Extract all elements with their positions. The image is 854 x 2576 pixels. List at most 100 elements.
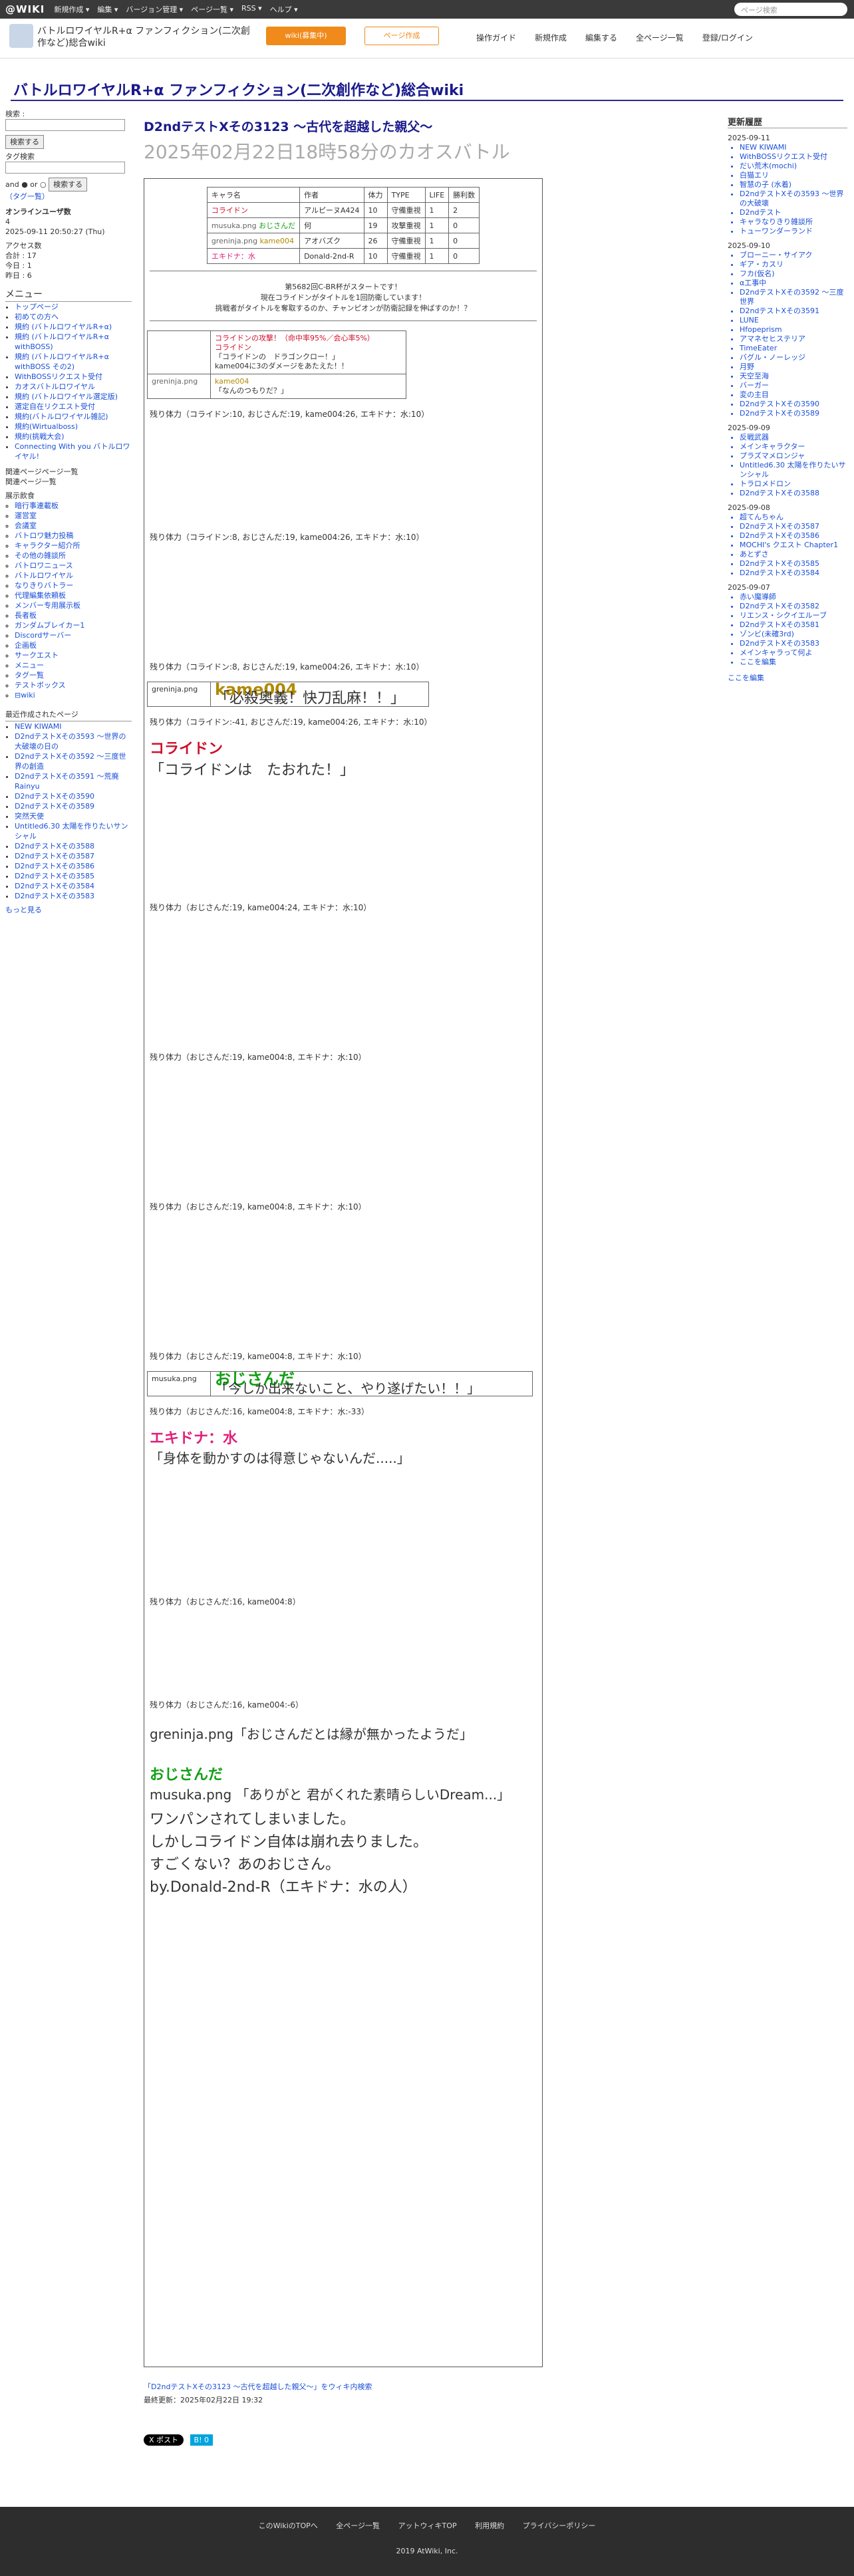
recent-item[interactable]: D2ndテストXその3584 xyxy=(15,882,94,890)
tree-item[interactable]: ⊟wiki xyxy=(15,691,35,700)
menu-item[interactable]: 規約 (バトルロワイヤルR+α withBOSS その2) xyxy=(15,352,109,371)
menu-item[interactable]: 規約 (バトルロワイヤルR+α withBOSS) xyxy=(15,332,109,351)
history-item[interactable]: D2ndテストXその3583 xyxy=(740,639,847,648)
menu-item[interactable]: 初めての方へ xyxy=(15,313,59,321)
tree-item[interactable]: なりきりバトラー xyxy=(15,581,73,590)
menu-item[interactable]: WithBOSSリクエスト受付 xyxy=(15,372,102,381)
wiki-title[interactable]: バトルロワイヤルR+α ファンフィクション(二次創作など)総合wiki xyxy=(13,78,464,100)
history-item[interactable]: メインキャラクター xyxy=(740,442,847,451)
nav-guide[interactable]: 操作ガイド xyxy=(476,32,516,43)
menu-item[interactable]: 規約 (バトルロワイヤル選定版) xyxy=(15,392,118,401)
history-item[interactable]: D2ndテストXその3591 xyxy=(740,307,847,316)
history-item[interactable]: 天空至海 xyxy=(740,372,847,381)
footer-link[interactable]: アットウィキTOP xyxy=(398,2521,457,2530)
history-item[interactable]: LUNE xyxy=(740,316,847,325)
nav-all-pages[interactable]: 全ページ一覧 xyxy=(636,32,684,43)
history-item[interactable]: WithBOSSリクエスト受付 xyxy=(740,152,847,162)
tree-item[interactable]: バトロワニュース xyxy=(15,561,73,570)
nav-login[interactable]: 登録/ログイン xyxy=(702,32,753,43)
tree-item[interactable]: キャラクター紹介所 xyxy=(15,541,80,550)
menu-item[interactable]: トップページ xyxy=(15,303,59,311)
history-item[interactable]: メインキャラって何よ xyxy=(740,648,847,658)
tree-item[interactable]: ガンダムブレイカー1 xyxy=(15,621,84,630)
history-item[interactable]: トラロメドロン xyxy=(740,479,847,489)
history-item[interactable]: D2ndテストXその3581 xyxy=(740,620,847,630)
tree-item[interactable]: メンバー专用展示板 xyxy=(15,601,80,610)
tree-item[interactable]: サークエスト xyxy=(15,651,59,660)
footer-link[interactable]: 利用規約 xyxy=(475,2521,504,2530)
nav-new[interactable]: 新規作成 xyxy=(535,32,567,43)
history-item[interactable]: D2ndテストXその3582 xyxy=(740,602,847,611)
history-item[interactable]: Untitled6.30 太陽を作りたいサンシャル xyxy=(740,461,847,479)
history-item[interactable]: ギア・カスリ xyxy=(740,260,847,269)
history-item[interactable]: D2ndテストXその3592 ～三度世界 xyxy=(740,288,847,307)
history-item[interactable]: アマネセヒステリア xyxy=(740,334,847,344)
history-item[interactable]: だい荒木(mochi) xyxy=(740,162,847,171)
footer-link[interactable]: このWikiのTOPへ xyxy=(259,2521,318,2530)
menu-item[interactable]: 規約(挑戦大会) xyxy=(15,432,65,441)
more-link[interactable]: もっと見る xyxy=(5,905,132,915)
wiki-search-link[interactable]: 「D2ndテストXその3123 ～古代を超越した親父～」をウィキ内検索 xyxy=(144,2381,716,2394)
member-button[interactable]: wiki(募集中) xyxy=(266,27,346,45)
history-item[interactable]: MOCHI's クエスト Chapter1 xyxy=(740,541,847,550)
footer-link[interactable]: 全ページ一覧 xyxy=(336,2521,380,2530)
history-item[interactable]: ブローニー・サイアク xyxy=(740,251,847,260)
atwiki-logo[interactable]: @WIKI xyxy=(5,3,45,15)
tree-item[interactable]: 会議室 xyxy=(15,521,37,530)
history-item[interactable]: バグル・ノーレッジ xyxy=(740,353,847,362)
menu-item[interactable]: カオスバトルロワイヤル xyxy=(15,382,95,391)
history-item[interactable]: バーガー xyxy=(740,381,847,390)
history-item[interactable]: 超てんちゃん xyxy=(740,513,847,522)
tag-radio[interactable]: and ● or ○ xyxy=(5,180,47,189)
history-item[interactable]: D2ndテストXその3586 xyxy=(740,531,847,541)
history-item[interactable]: D2ndテストXその3593 ～世界の大破壊 xyxy=(740,190,847,208)
tree-item[interactable]: バトロワ魅力投稿 xyxy=(15,531,73,540)
tree-item[interactable]: 運営室 xyxy=(15,511,37,520)
history-item[interactable]: トューワンダーランド xyxy=(740,227,847,236)
tree-item[interactable]: 代理編集依頼板 xyxy=(15,591,66,600)
recent-item[interactable]: D2ndテストXその3590 xyxy=(15,792,94,801)
footer-link[interactable]: プライバシーポリシー xyxy=(523,2521,596,2530)
history-item[interactable]: α工事中 xyxy=(740,279,847,288)
menu-help[interactable]: ヘルプ ▾ xyxy=(270,4,298,15)
history-item[interactable]: 月野 xyxy=(740,362,847,372)
menu-version[interactable]: バージョン管理 ▾ xyxy=(126,4,183,15)
tag-search-input[interactable] xyxy=(5,162,125,174)
menu-new[interactable]: 新規作成 ▾ xyxy=(54,4,89,15)
history-item[interactable]: プラズマメロンジャ xyxy=(740,451,847,461)
nav-edit[interactable]: 編集する xyxy=(585,32,617,43)
search-button[interactable]: 検索する xyxy=(5,135,44,149)
history-item[interactable]: リエンス・シクイエルーブ xyxy=(740,611,847,620)
tree-item[interactable]: 暗行事連載板 xyxy=(15,501,59,510)
recent-item[interactable]: D2ndテストXその3585 xyxy=(15,872,94,880)
search-input[interactable] xyxy=(5,119,125,131)
history-item[interactable]: D2ndテスト xyxy=(740,208,847,217)
recent-item[interactable]: D2ndテストXその3588 xyxy=(15,842,94,850)
recent-item[interactable]: D2ndテストXその3592 ～三度世界の創造 xyxy=(15,752,126,771)
page-search-input[interactable]: ページ検索 xyxy=(734,3,847,16)
menu-item[interactable]: 選定自在リクエスト受付 xyxy=(15,402,95,411)
menu-pagelist[interactable]: ページ一覧 ▾ xyxy=(191,4,233,15)
history-item[interactable]: D2ndテストXその3590 xyxy=(740,400,847,409)
menu-rss[interactable]: RSS ▾ xyxy=(241,4,262,15)
menu-edit[interactable]: 編集 ▾ xyxy=(97,4,118,15)
history-item[interactable]: D2ndテストXその3588 xyxy=(740,489,847,498)
history-item[interactable]: ゾンビ(未確3rd) xyxy=(740,630,847,639)
history-item[interactable]: 白猫エリ xyxy=(740,171,847,180)
tree-item[interactable]: タグ一覧 xyxy=(15,671,44,680)
tree-item[interactable]: Discordサーバー xyxy=(15,631,71,640)
tree-toggle[interactable]: 関連ページページ一覧 xyxy=(5,467,132,477)
history-item[interactable]: NEW KIWAMI xyxy=(740,143,847,152)
menu-item[interactable]: 規約(バトルロワイヤル雑記) xyxy=(15,412,108,421)
tree-item[interactable]: メニュー xyxy=(15,661,44,670)
history-item[interactable]: あとずさ xyxy=(740,550,847,559)
history-item[interactable]: D2ndテストXその3585 xyxy=(740,559,847,569)
menu-item[interactable]: Connecting With you バトルロワイヤル! xyxy=(15,442,130,461)
tree-item[interactable]: 企画板 xyxy=(15,641,37,650)
history-item[interactable]: 変の主目 xyxy=(740,390,847,400)
tree-item[interactable]: 長者板 xyxy=(15,611,37,620)
create-page-button[interactable]: ページ作成 xyxy=(364,27,439,45)
tree-item[interactable]: テストボックス xyxy=(15,681,66,690)
history-item[interactable]: ここを編集 xyxy=(740,658,847,667)
recent-item[interactable]: D2ndテストXその3586 xyxy=(15,862,94,870)
